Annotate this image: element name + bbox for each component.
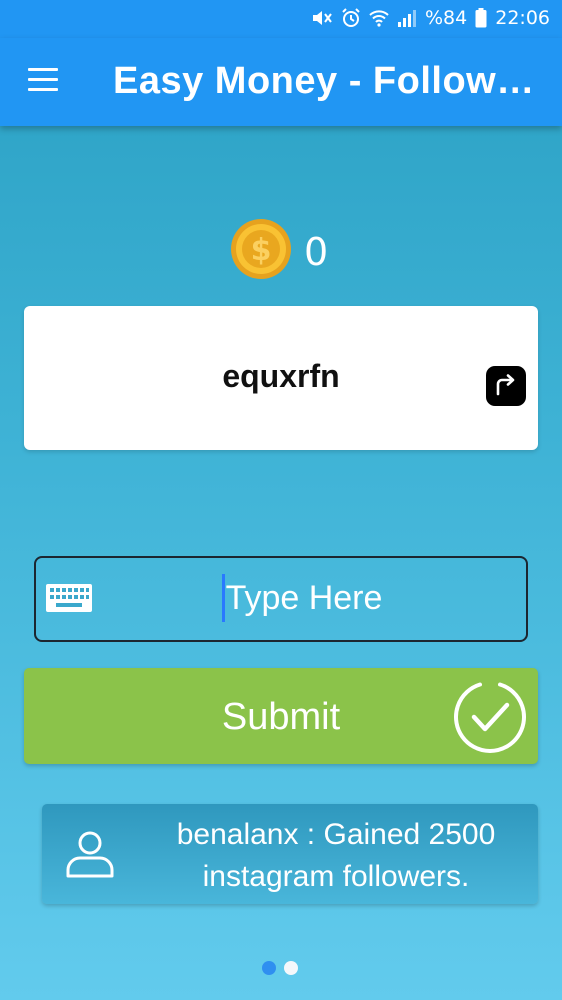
signal-icon	[397, 8, 417, 28]
svg-text:$: $	[251, 233, 272, 268]
keyboard-icon	[46, 584, 92, 617]
answer-input-container	[34, 556, 528, 642]
user-icon	[64, 828, 116, 885]
battery-percent: %84	[425, 7, 468, 29]
check-circle-icon	[452, 678, 528, 759]
page-dot-1[interactable]	[262, 961, 276, 975]
coin-balance: $ 0	[230, 218, 328, 285]
text-cursor	[222, 574, 225, 622]
alarm-icon	[341, 8, 361, 28]
notice-text: benalanx : Gained 2500 instagram followe…	[146, 814, 526, 898]
status-time: 22:06	[495, 7, 550, 29]
notice-line-2: instagram followers.	[202, 860, 470, 893]
app-screen: %84 22:06 Easy Money - Followers $ 0 equ…	[0, 0, 562, 1000]
status-bar: %84 22:06	[0, 0, 562, 38]
submit-button[interactable]: Submit	[24, 668, 538, 764]
status-icons: %84 22:06	[311, 7, 550, 29]
coin-count: 0	[304, 229, 329, 274]
answer-input[interactable]	[104, 568, 504, 628]
activity-notice: benalanx : Gained 2500 instagram followe…	[42, 804, 538, 904]
battery-icon	[475, 8, 487, 28]
captcha-text: equxrfn	[222, 358, 340, 394]
app-title: Easy Money - Followers	[113, 60, 553, 102]
refresh-captcha-icon[interactable]	[486, 366, 526, 406]
captcha-card: equxrfn	[24, 306, 538, 450]
page-indicator	[262, 961, 298, 975]
page-dot-2[interactable]	[284, 961, 298, 975]
dollar-coin-icon: $	[230, 218, 292, 285]
notice-line-1: benalanx : Gained 2500	[176, 818, 496, 851]
app-toolbar: Easy Money - Followers	[0, 38, 562, 126]
wifi-icon	[369, 8, 389, 28]
mute-icon	[311, 8, 333, 28]
hamburger-menu-icon[interactable]	[28, 68, 60, 94]
